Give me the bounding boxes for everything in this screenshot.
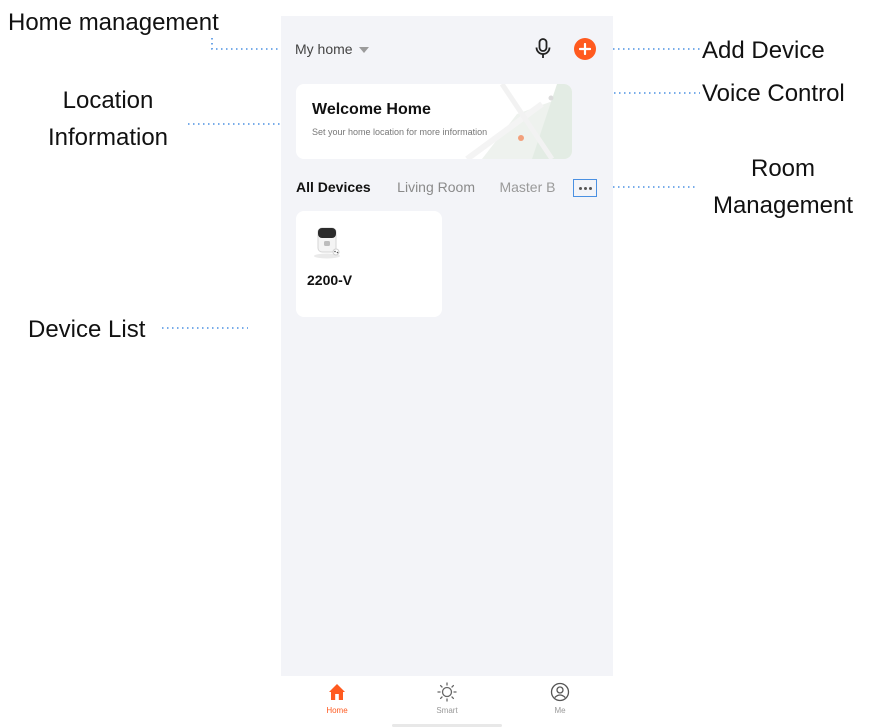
home-indicator <box>392 724 502 727</box>
voice-control-button[interactable] <box>532 37 554 61</box>
microphone-icon <box>535 38 551 58</box>
tab-all-devices[interactable]: All Devices <box>296 179 371 195</box>
bottom-tab-bar: Home Smart Me <box>281 676 613 728</box>
more-dot-icon <box>578 186 582 190</box>
tabbar-home-label: Home <box>326 706 348 715</box>
welcome-title: Welcome Home <box>312 101 431 118</box>
phone-screen: My home Welcome Home Set your home locat… <box>281 16 613 728</box>
device-name: 2200-V <box>307 272 353 288</box>
home-name: My home <box>295 41 353 57</box>
home-selector[interactable]: My home <box>295 41 369 57</box>
tabbar-smart[interactable]: Smart <box>417 682 477 715</box>
sun-icon <box>437 682 457 702</box>
welcome-subtitle: Set your home location for more informat… <box>312 127 488 137</box>
more-dot-icon <box>588 186 592 190</box>
user-icon <box>550 682 570 702</box>
tab-master-bedroom[interactable]: Master B <box>499 179 555 195</box>
tabbar-smart-label: Smart <box>436 706 458 715</box>
more-dot-icon <box>583 186 587 190</box>
plus-icon <box>579 43 591 55</box>
map-illustration-icon <box>422 84 572 159</box>
add-device-button[interactable] <box>574 38 596 60</box>
location-card[interactable]: Welcome Home Set your home location for … <box>296 84 572 159</box>
tab-living-room[interactable]: Living Room <box>397 179 475 195</box>
device-card[interactable]: 2200-V <box>296 211 442 317</box>
tabbar-home[interactable]: Home <box>307 682 367 715</box>
caret-down-icon <box>358 47 369 53</box>
device-thumbnail-icon <box>314 227 340 259</box>
tabbar-me[interactable]: Me <box>530 682 590 715</box>
room-management-button[interactable] <box>573 179 597 197</box>
room-tabs: All Devices Living Room Master B <box>296 179 608 201</box>
tabbar-me-label: Me <box>554 706 566 715</box>
home-icon <box>329 684 345 700</box>
